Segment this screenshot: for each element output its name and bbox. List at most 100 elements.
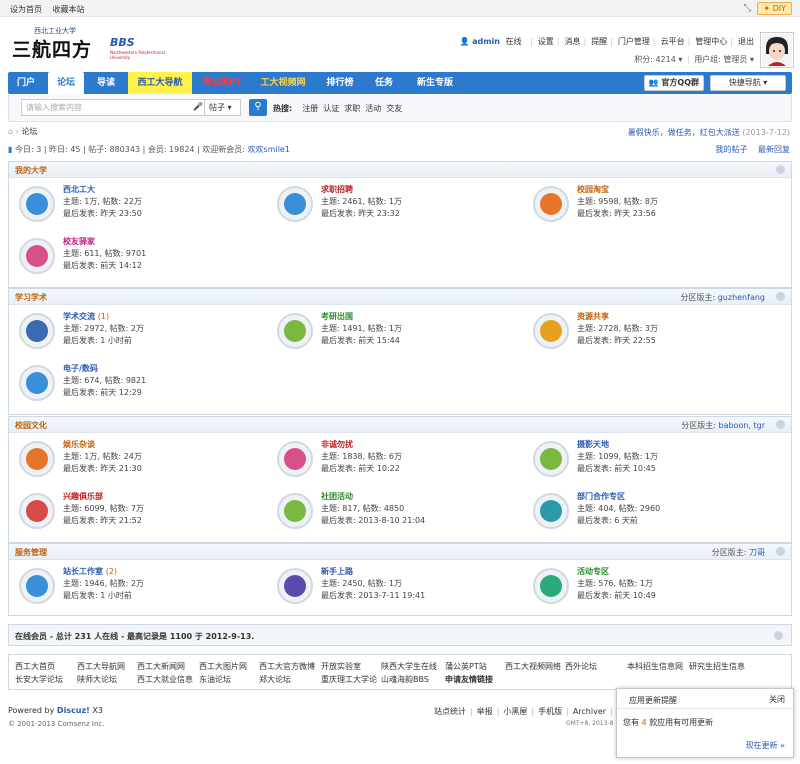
forum-icon[interactable] [19, 365, 55, 401]
nav-item[interactable]: 门户 [8, 72, 44, 94]
friend-link[interactable]: 申请友情链接 [445, 674, 493, 685]
forum-icon[interactable] [533, 186, 569, 222]
forum-icon[interactable] [277, 441, 313, 477]
notice-link[interactable]: 暑假快乐，做任务，红包大派送 [628, 128, 740, 137]
nav-item[interactable]: 蒲公英PT [196, 72, 248, 94]
set-home-link[interactable]: 设为首页 [10, 5, 42, 14]
hot-search-link[interactable]: 求职 [344, 104, 360, 113]
forum-name[interactable]: 校友驿家 [63, 236, 146, 248]
forum-icon[interactable] [533, 441, 569, 477]
footer-link[interactable]: 站点统计 [434, 707, 466, 716]
section-header[interactable]: 服务管理 分区版主: 刀哥 [9, 544, 791, 560]
forum-item[interactable]: 娱乐杂谈 主题: 1万, 帖数: 24万 最后发表: 昨天 21:30 [17, 437, 257, 483]
forum-name[interactable]: 电子/数码 [63, 363, 146, 375]
forum-item[interactable]: 社团活动 主题: 817, 帖数: 4850 最后发表: 2013-8-10 21:… [275, 489, 515, 535]
forum-last-post[interactable]: 最后发表: 昨天 21:30 [63, 463, 142, 475]
forum-item[interactable]: 新手上路 主题: 2450, 帖数: 1万 最后发表: 2013-7-11 19:4… [275, 564, 515, 610]
hot-search-link[interactable]: 交友 [386, 104, 402, 113]
favorite-link[interactable]: 收藏本站 [53, 5, 85, 14]
forum-name[interactable]: 兴趣俱乐部 [63, 491, 144, 503]
footer-link[interactable]: 举报 [477, 707, 493, 716]
forum-name[interactable]: 学术交流 (1) [63, 311, 144, 323]
forum-last-post[interactable]: 最后发表: 1 小时前 [63, 335, 144, 347]
qq-group-button[interactable]: 👥 官方QQ群 [643, 75, 704, 91]
forum-last-post[interactable]: 最后发表: 昨天 23:50 [63, 208, 142, 220]
forum-item[interactable]: 资源共享 主题: 2728, 帖数: 3万 最后发表: 昨天 22:55 [531, 309, 771, 355]
popup-close-button[interactable]: 关闭 [769, 694, 785, 705]
latest-replies-link[interactable]: 最新回复 [758, 145, 790, 154]
friend-link[interactable]: 西工大就业信息 [137, 674, 193, 685]
my-posts-link[interactable]: 我的帖子 [715, 145, 747, 154]
forum-item[interactable]: 西北工大 主题: 1万, 帖数: 22万 最后发表: 昨天 23:50 [17, 182, 257, 228]
microphone-icon[interactable]: 🎤 [193, 102, 203, 111]
friend-link[interactable]: 西外论坛 [565, 661, 597, 672]
forum-last-post[interactable]: 最后发表: 前天 14:12 [63, 260, 146, 272]
nav-item[interactable]: 排行榜 [318, 72, 362, 94]
nav-item[interactable]: 论坛 [48, 72, 84, 94]
nav-item[interactable]: 工大视频网 [252, 72, 314, 94]
group-value[interactable]: 管理员 [723, 55, 747, 64]
friend-link[interactable]: 西工大导航网 [77, 661, 125, 672]
forum-item[interactable]: 求职招聘 主题: 2461, 帖数: 1万 最后发表: 昨天 23:32 [275, 182, 515, 228]
discuz-link[interactable]: Discuz! [57, 706, 90, 715]
forum-last-post[interactable]: 最后发表: 昨天 22:55 [577, 335, 658, 347]
hot-search-link[interactable]: 认证 [323, 104, 339, 113]
forum-last-post[interactable]: 最后发表: 昨天 21:52 [63, 515, 144, 527]
forum-name[interactable]: 资源共享 [577, 311, 658, 323]
user-link[interactable]: 云平台 [661, 37, 685, 46]
section-title[interactable]: 我的大学 [15, 165, 47, 176]
nav-item[interactable]: 西工大导航 [128, 72, 192, 94]
friend-link[interactable]: 山魂海韵BBS [381, 674, 429, 685]
collapse-toggle-icon[interactable] [776, 165, 785, 174]
user-link[interactable]: 门户管理 [618, 37, 650, 46]
new-member-link[interactable]: 欢欢smile1 [248, 145, 290, 154]
breadcrumb-current[interactable]: 论坛 [21, 127, 37, 136]
friend-link[interactable]: 东油论坛 [199, 674, 231, 685]
search-type-select[interactable]: 帖子 ▾ [205, 99, 241, 116]
moderators-names[interactable]: guzhenfang [718, 293, 765, 302]
update-now-link[interactable]: 现在更新 » [746, 740, 785, 751]
forum-icon[interactable] [19, 441, 55, 477]
forum-last-post[interactable]: 最后发表: 前天 10:49 [577, 590, 656, 602]
friend-link[interactable]: 西工大官方微博 [259, 661, 315, 672]
forum-icon[interactable] [277, 493, 313, 529]
forum-item[interactable]: 站长工作室 (2) 主题: 1946, 帖数: 2万 最后发表: 1 小时前 [17, 564, 257, 610]
diy-button[interactable]: ✦ DIY [757, 2, 792, 15]
section-header[interactable]: 学习学术 分区版主: guzhenfang [9, 289, 791, 305]
collapse-toggle-icon[interactable] [774, 631, 783, 640]
home-icon[interactable]: ⌂ [8, 127, 13, 136]
section-title[interactable]: 校园文化 [15, 420, 47, 431]
forum-item[interactable]: 活动专区 主题: 576, 帖数: 1万 最后发表: 前天 10:49 [531, 564, 771, 610]
forum-item[interactable]: 摄影天地 主题: 1099, 帖数: 1万 最后发表: 前天 10:45 [531, 437, 771, 483]
forum-last-post[interactable]: 最后发表: 6 天前 [577, 515, 660, 527]
collapse-toggle-icon[interactable] [776, 420, 785, 429]
footer-link[interactable]: Archiver [573, 707, 606, 716]
hot-search-link[interactable]: 注册 [302, 104, 318, 113]
forum-item[interactable]: 学术交流 (1) 主题: 2972, 帖数: 2万 最后发表: 1 小时前 [17, 309, 257, 355]
forum-icon[interactable] [277, 186, 313, 222]
forum-last-post[interactable]: 最后发表: 1 小时前 [63, 590, 144, 602]
forum-icon[interactable] [19, 238, 55, 274]
avatar[interactable] [760, 32, 794, 68]
forum-name[interactable]: 摄影天地 [577, 439, 658, 451]
friend-link[interactable]: 重庆理工大学论 [321, 674, 377, 685]
footer-link[interactable]: 小黑屋 [503, 707, 527, 716]
forum-icon[interactable] [19, 568, 55, 604]
forum-last-post[interactable]: 最后发表: 前天 15:44 [321, 335, 402, 347]
forum-icon[interactable] [19, 493, 55, 529]
forum-name[interactable]: 考研出国 [321, 311, 402, 323]
friend-link[interactable]: 郑大论坛 [259, 674, 291, 685]
forum-icon[interactable] [19, 186, 55, 222]
forum-name[interactable]: 新手上路 [321, 566, 425, 578]
quick-nav-button[interactable]: 快捷导航 ▾ [710, 75, 786, 91]
moderators-names[interactable]: baboon, tgr [718, 421, 765, 430]
collapse-toggle-icon[interactable] [776, 547, 785, 556]
forum-name[interactable]: 活动专区 [577, 566, 656, 578]
forum-icon[interactable] [19, 313, 55, 349]
forum-name[interactable]: 校园淘宝 [577, 184, 658, 196]
nav-item[interactable]: 新生专版 [406, 72, 464, 94]
friend-link[interactable]: 长安大学论坛 [15, 674, 63, 685]
forum-item[interactable]: 电子/数码 主题: 674, 帖数: 9821 最后发表: 前天 12:29 [17, 361, 257, 407]
forum-item[interactable]: 校友驿家 主题: 611, 帖数: 9701 最后发表: 前天 14:12 [17, 234, 257, 280]
search-input[interactable]: 请输入搜索内容 [21, 99, 205, 116]
